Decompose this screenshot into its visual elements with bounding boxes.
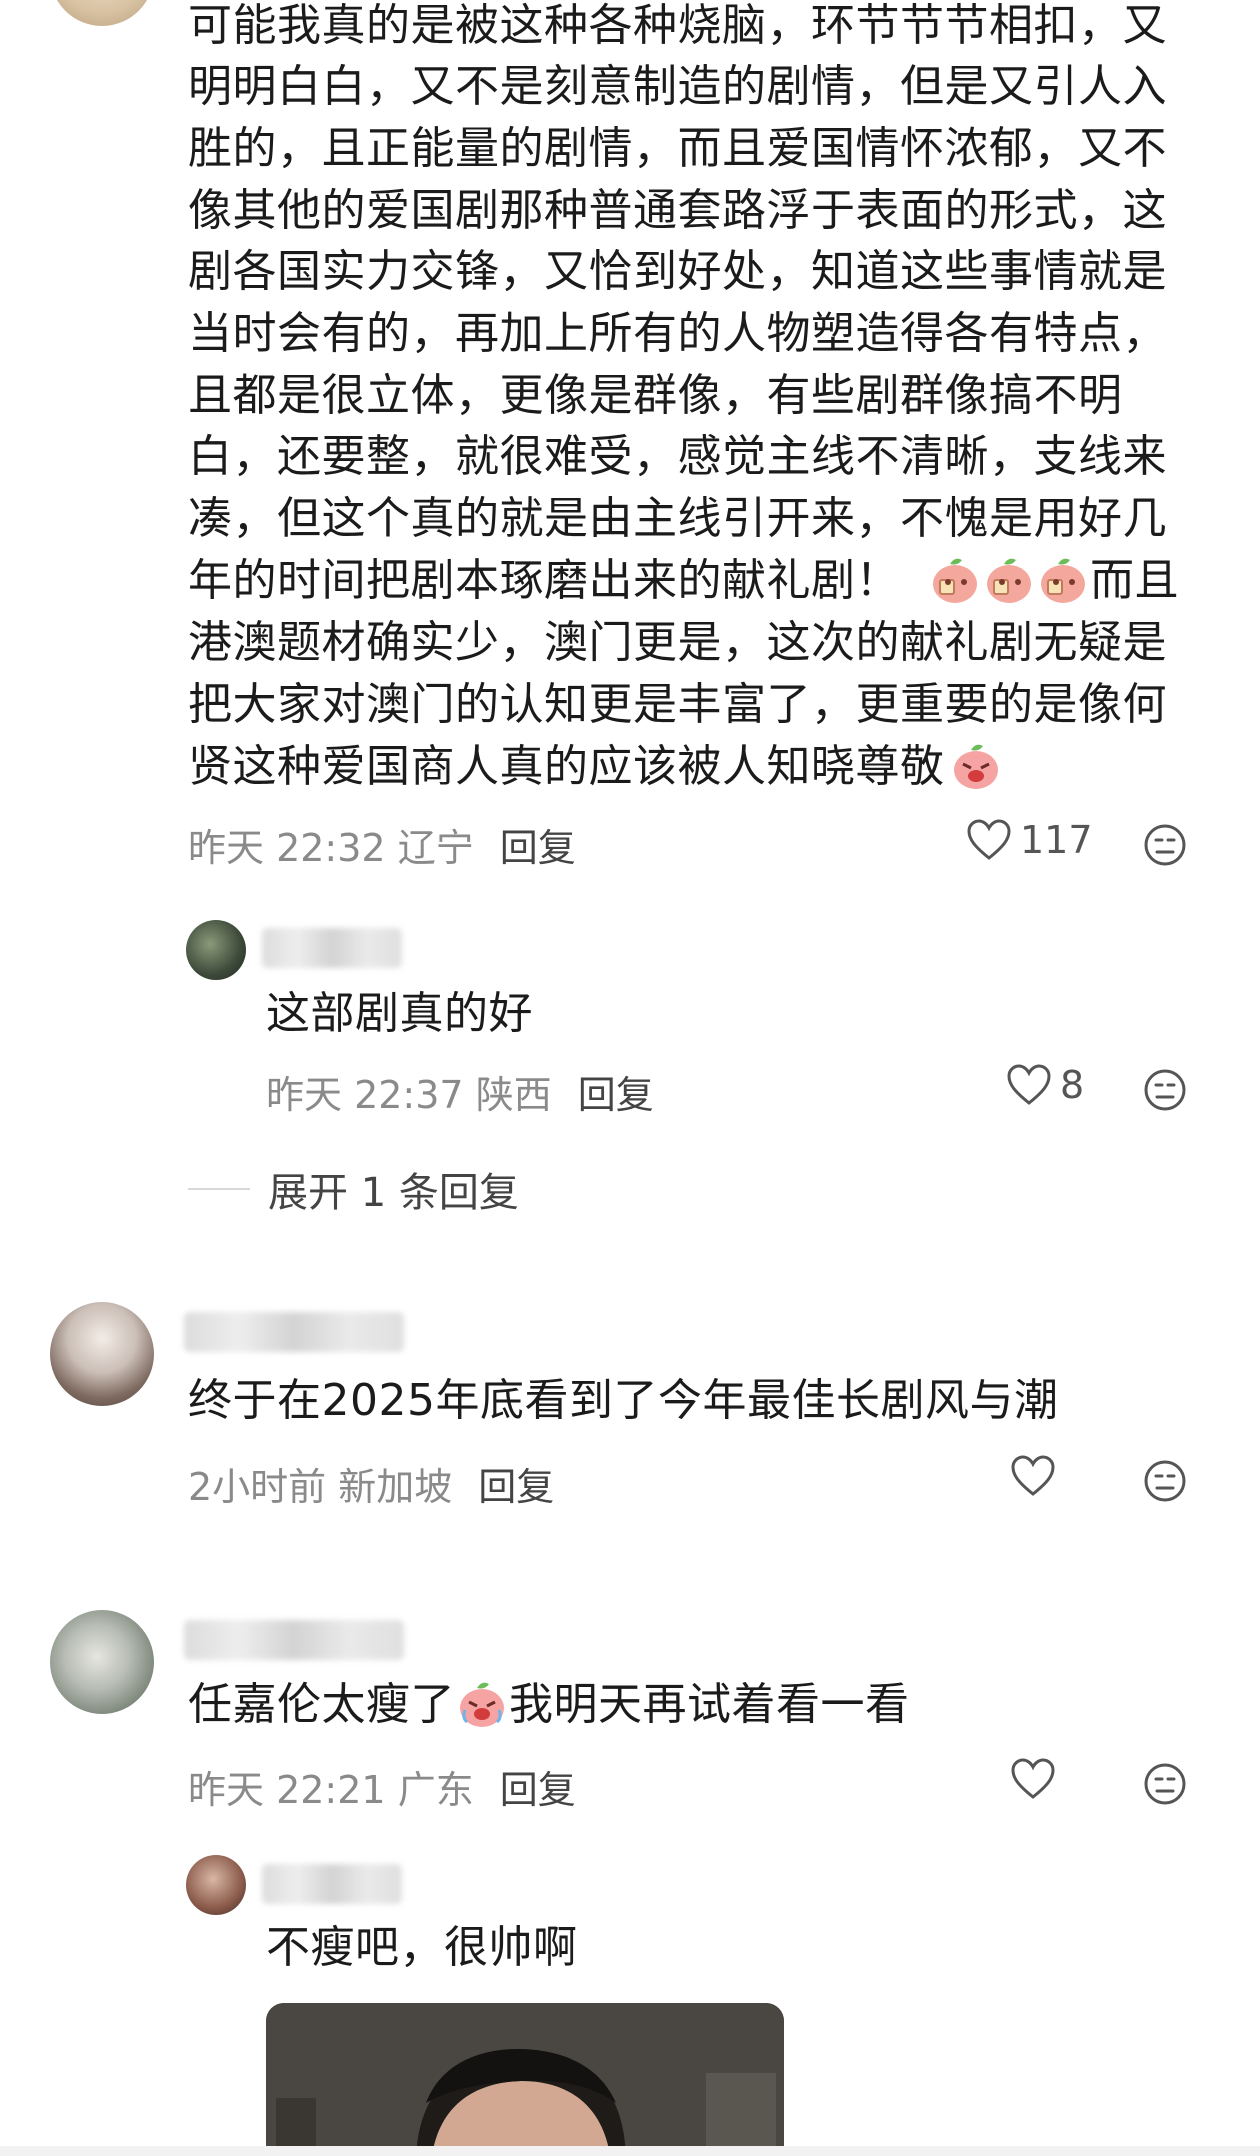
reply-button[interactable]: 回复 — [500, 817, 576, 872]
avatar[interactable] — [50, 1610, 154, 1714]
comment-1-line-12: 把大家对澳门的认知更是丰富了，更重要的是像何 — [188, 679, 1167, 730]
heart-icon — [967, 819, 1011, 860]
comment-3-location: 新加坡 — [338, 1465, 453, 1509]
peach-emoji — [987, 558, 1031, 603]
expand-divider — [188, 1188, 250, 1190]
comment-1-line-13-row: 贤这种爱国商人真的应该被人知晓尊敬 — [188, 736, 1003, 798]
comment-1-location: 辽宁 — [397, 826, 474, 870]
like-count: 8 — [1060, 1063, 1085, 1107]
reply-button[interactable]: 回复 — [500, 1759, 576, 1814]
comment-1-line-6: 当时会有的，再加上所有的人物塑造得各有特点， — [188, 308, 1167, 359]
heart-icon — [1011, 1758, 1055, 1799]
peach-emoji — [933, 558, 977, 603]
comment-4-time: 昨天 22:21 广东 — [188, 1759, 474, 1814]
crying-peach-emoji — [953, 744, 998, 789]
comment-3-time-text: 2小时前 — [188, 1465, 327, 1509]
username-blurred[interactable] — [262, 1864, 402, 1904]
comment-2-time: 昨天 22:37 陕西 — [266, 1064, 552, 1119]
dislike-face-icon[interactable] — [1143, 823, 1187, 867]
comment-5-text: 不瘦吧，很帅啊 — [266, 1922, 578, 1973]
avatar[interactable] — [50, 1302, 154, 1406]
heart-icon — [1007, 1064, 1051, 1105]
comment-1-line-13: 贤这种爱国商人真的应该被人知晓尊敬 — [188, 741, 945, 792]
avatar[interactable] — [186, 920, 246, 980]
expand-replies-label: 展开 1 条回复 — [268, 1170, 519, 1216]
person-photo-icon — [266, 2003, 784, 2156]
comment-1-meta: 昨天 22:32 辽宁 回复 — [188, 817, 576, 872]
comment-4-location: 广东 — [397, 1768, 474, 1812]
comment-1-time: 昨天 22:32 辽宁 — [188, 817, 474, 872]
bottom-edge — [0, 2146, 1260, 2156]
comment-4-meta: 昨天 22:21 广东 回复 — [188, 1759, 576, 1814]
comment-1-line-7: 且都是很立体，更像是群像，有些剧群像搞不明 — [188, 370, 1123, 421]
comment-4-text-before: 任嘉伦太瘦了 — [188, 1679, 455, 1730]
comment-4-row: 任嘉伦太瘦了 我明天再试着看一看 — [188, 1674, 910, 1736]
dislike-face-icon[interactable] — [1143, 1068, 1187, 1112]
comment-2-text: 这部剧真的好 — [266, 988, 533, 1039]
comment-3-meta: 2小时前 新加坡 回复 — [188, 1456, 554, 1511]
comment-1-time-text: 昨天 22:32 — [188, 826, 386, 870]
like-button[interactable] — [1010, 1454, 1064, 1498]
heart-icon — [1011, 1455, 1055, 1496]
username-blurred[interactable] — [184, 1312, 404, 1352]
comment-2-location: 陕西 — [475, 1073, 552, 1117]
comment-1-line-10: 年的时间把剧本琢磨出来的献礼剧！ — [188, 555, 900, 606]
comment-image[interactable] — [266, 2003, 784, 2156]
dislike-face-icon[interactable] — [1143, 1762, 1187, 1806]
comment-1-line-11: 港澳题材确实少，澳门更是，这次的献礼剧无疑是 — [188, 617, 1167, 668]
comment-2-meta: 昨天 22:37 陕西 回复 — [266, 1064, 654, 1119]
comment-1-line-1: 可能我真的是被这种各种烧脑，环节节节相扣，又 — [188, 0, 1167, 51]
like-count: 117 — [1020, 818, 1093, 862]
avatar[interactable] — [186, 1855, 246, 1915]
comment-1-line-8: 白，还要整，就很难受，感觉主线不清晰，支线来 — [188, 431, 1167, 482]
comment-2-time-text: 昨天 22:37 — [266, 1073, 464, 1117]
crying-peach-emoji — [460, 1682, 504, 1727]
username-blurred[interactable] — [184, 1620, 404, 1660]
reply-button[interactable]: 回复 — [578, 1064, 654, 1119]
comment-4-text-after: 我明天再试着看一看 — [509, 1679, 910, 1730]
expand-replies-button[interactable]: 展开 1 条回复 — [188, 1160, 519, 1218]
username-blurred[interactable] — [262, 928, 402, 968]
comment-1-line-10-tail: 而且 — [1090, 555, 1179, 606]
comment-3-text: 终于在2025年底看到了今年最佳长剧风与潮 — [188, 1375, 1059, 1426]
dislike-face-icon[interactable] — [1143, 1459, 1187, 1503]
comment-4-time-text: 昨天 22:21 — [188, 1768, 386, 1812]
comment-3-time: 2小时前 新加坡 — [188, 1456, 452, 1511]
like-button[interactable] — [1010, 1757, 1064, 1801]
like-button[interactable]: 117 — [966, 818, 1093, 862]
comment-1-line-9: 凑，但这个真的就是由主线引开来，不愧是用好几 — [188, 493, 1167, 544]
reply-button[interactable]: 回复 — [478, 1456, 554, 1511]
avatar-top[interactable] — [50, 0, 154, 26]
comment-1-line-3: 胜的，且正能量的剧情，而且爱国情怀浓郁，又不 — [188, 123, 1167, 174]
like-button[interactable]: 8 — [1006, 1063, 1084, 1107]
comment-1-line-10-row: 年的时间把剧本琢磨出来的献礼剧！ 而且 — [188, 550, 1179, 612]
comment-1-line-2: 明明白白，又不是刻意制造的剧情，但是又引人入 — [188, 61, 1167, 112]
comment-1-line-5: 剧各国实力交锋，又恰到好处，知道这些事情就是 — [188, 246, 1167, 297]
comment-1-line-4: 像其他的爱国剧那种普通套路浮于表面的形式，这 — [188, 185, 1167, 236]
peach-emoji — [1041, 558, 1085, 603]
